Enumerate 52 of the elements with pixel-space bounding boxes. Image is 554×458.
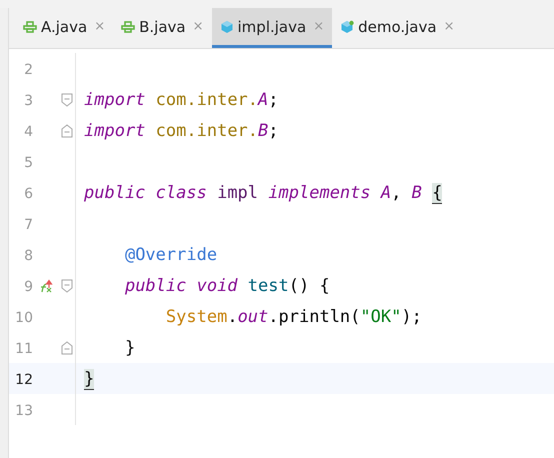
matched-brace: {: [432, 182, 442, 204]
class-icon: [340, 20, 354, 34]
class-name: System: [166, 306, 228, 326]
package-name: com.inter.: [156, 120, 258, 140]
code-text: .: [227, 306, 238, 326]
interface-icon: [23, 20, 37, 32]
keyword: import: [84, 120, 146, 140]
class-icon: [220, 20, 234, 34]
line-number: 10: [15, 310, 33, 326]
line-number: 3: [24, 93, 33, 109]
annotation: @Override: [124, 244, 218, 264]
keyword: import: [84, 90, 146, 110]
fold-marker-icon[interactable]: [61, 278, 73, 292]
line-number: 2: [24, 62, 33, 78]
code-text: () {: [288, 276, 330, 296]
keyword: public void: [124, 276, 238, 296]
code-text: );: [401, 306, 422, 326]
line-number: 12: [15, 372, 33, 388]
editor-tab[interactable]: demo.java ×: [332, 8, 462, 48]
string-literal: "OK": [360, 306, 402, 326]
line-number: 7: [24, 217, 33, 233]
fold-marker-icon[interactable]: [61, 340, 73, 354]
type-name: A: [258, 90, 268, 110]
package-name: com.inter.: [156, 90, 258, 110]
line-number: 13: [15, 403, 33, 419]
method-name: test: [248, 276, 289, 296]
editor-tab[interactable]: B.java ×: [113, 8, 212, 48]
code-text: }: [124, 338, 136, 358]
matched-brace: }: [84, 368, 94, 390]
field-name: out: [238, 306, 268, 326]
fold-marker-icon[interactable]: [61, 124, 73, 138]
code-text: .println(: [268, 306, 360, 326]
editor-tab[interactable]: A.java ×: [15, 8, 114, 48]
type-name: B: [258, 120, 268, 140]
line-number: 9: [24, 279, 33, 295]
code-text: ;: [268, 120, 279, 140]
line-number: 6: [24, 186, 33, 202]
keyword: implements: [268, 182, 371, 202]
interface-icon: [121, 20, 136, 32]
class-name: impl: [217, 182, 258, 202]
type-name: A: [380, 182, 392, 202]
editor-tab[interactable]: impl.java ×: [212, 8, 332, 48]
line-number: 4: [24, 124, 33, 140]
line-number: 8: [24, 248, 33, 264]
fold-marker-icon[interactable]: [61, 92, 73, 106]
line-number: 11: [15, 341, 33, 357]
implements-method-icon[interactable]: [39, 278, 53, 292]
code-text: ,: [391, 182, 402, 202]
code-text: ;: [268, 90, 279, 110]
keyword: public class: [84, 182, 207, 202]
type-name: B: [412, 182, 422, 202]
line-number: 5: [24, 155, 33, 171]
